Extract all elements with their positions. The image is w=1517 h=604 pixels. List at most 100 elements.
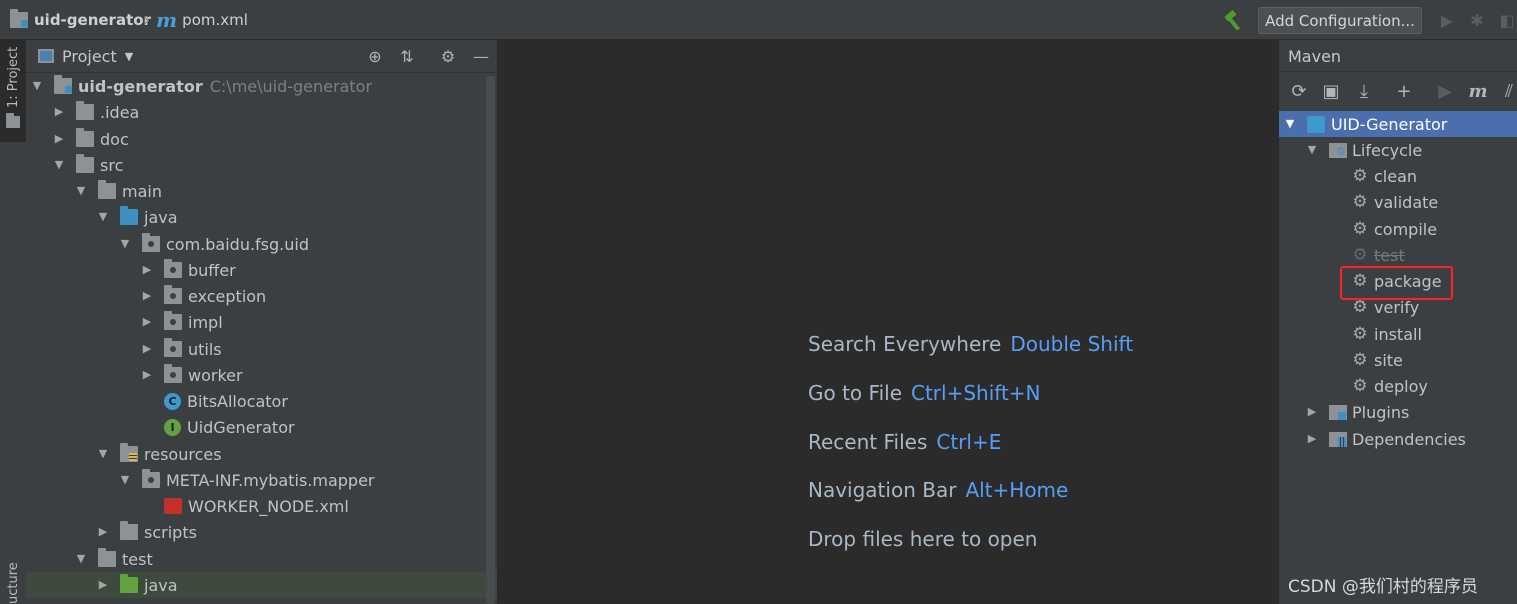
folder-icon [98,548,116,567]
expanded-arrow-icon: ▼ [54,158,64,171]
maven-tree-label: Plugins [1352,402,1410,422]
hint-navigation-bar: Navigation Bar Alt+Home [808,478,1069,502]
maven-goal-site[interactable]: ⚙ site [1279,347,1517,373]
tree-item-bitsallocator[interactable]: C BitsAllocator [26,388,497,414]
editor-empty-area[interactable]: Search Everywhere Double Shift Go to File… [498,40,1278,604]
maven-goal-test-skipped[interactable]: ⚙ test [1279,242,1517,268]
locate-crosshair-icon[interactable]: ⊕ [364,45,386,67]
resources-folder-icon [120,443,138,462]
tree-item-label: META-INF.mybatis.mapper [166,470,375,490]
tree-item-uid-generator[interactable]: ▼ uid-generator C:\me\uid-generator [26,73,490,99]
maven-tree-label: Lifecycle [1352,140,1423,160]
collapsed-arrow-icon: ▶ [142,342,152,355]
tree-item-label: doc [100,129,129,149]
tree-item-buffer[interactable]: ▶ buffer [26,257,497,283]
package-highlight-box [1340,266,1453,300]
reload-icon[interactable]: ⟳ [1287,79,1311,103]
gear-icon: ⚙ [1352,350,1368,370]
breadcrumb-separator-icon: › [143,9,151,31]
structure-tool-tab-label: ucture [6,562,21,604]
breadcrumb-file-label: pom.xml [182,11,248,29]
tree-item-scripts[interactable]: ▶ scripts [26,519,497,545]
tree-item-resources[interactable]: ▼ resources [26,441,497,467]
expanded-arrow-icon: ▼ [98,210,108,223]
maven-tree-label: UID-Generator [1331,114,1448,134]
tree-item-exception[interactable]: ▶ exception [26,283,497,309]
generate-sources-icon[interactable]: ▣ [1319,79,1343,103]
tree-item-label: worker [188,365,243,385]
project-view-selector[interactable]: Project ▼ [62,40,133,73]
tree-item-label: java [144,207,178,227]
breadcrumb-file[interactable]: m pom.xml [156,0,248,40]
tree-item-worker-node-xml[interactable]: WORKER_NODE.xml [26,493,497,519]
hide-panel-icon[interactable]: — [470,45,492,67]
build-hammer-icon[interactable] [1222,8,1246,32]
run-maven-build-icon[interactable]: ▶ [1433,79,1457,103]
maven-goal-deploy[interactable]: ⚙ deploy [1279,373,1517,399]
dependencies-folder-icon [1329,431,1347,447]
maven-tree-dependencies[interactable]: ▶ Dependencies [1279,426,1517,452]
tree-item-label: scripts [144,522,197,542]
tree-item-label: WORKER_NODE.xml [188,496,349,516]
project-panel-header: Project ▼ ⊕ ⇅ ⚙ — [26,40,497,73]
tree-item-test-java[interactable]: ▶ java [26,572,497,598]
execute-maven-goal-icon[interactable]: m [1466,79,1490,103]
breadcrumb-project[interactable]: uid-generator [10,0,151,40]
maven-goal-compile[interactable]: ⚙ compile [1279,216,1517,242]
tree-item-java[interactable]: ▼ java [26,204,497,230]
tree-item-package-uid[interactable]: ▼ com.baidu.fsg.uid [26,231,497,257]
tree-item-impl[interactable]: ▶ impl [26,309,497,335]
maven-goal-validate[interactable]: ⚙ validate [1279,189,1517,215]
maven-goal-clean[interactable]: ⚙ clean [1279,163,1517,189]
hint-search-everywhere: Search Everywhere Double Shift [808,332,1134,356]
toggle-offline-icon[interactable]: ⫽ [1497,79,1517,103]
tree-item-utils[interactable]: ▶ utils [26,336,497,362]
maven-tree-root[interactable]: ▼ UID-Generator [1279,111,1517,137]
folder-icon [76,128,94,147]
tree-item-doc[interactable]: ▶ doc [26,126,497,152]
structure-tool-tab[interactable]: ucture [0,562,26,604]
add-configuration-button[interactable]: Add Configuration... [1258,7,1422,34]
tree-item-main[interactable]: ▼ main [26,178,497,204]
hint-go-to-file: Go to File Ctrl+Shift+N [808,381,1041,405]
maven-panel-title: Maven [1288,46,1342,66]
maven-tree-plugins[interactable]: ▶ Plugins [1279,399,1517,425]
run-icon[interactable]: ▶ [1436,8,1458,32]
tree-item-test[interactable]: ▼ test [26,546,497,572]
project-tool-tab[interactable]: 1: Project [0,40,26,142]
watermark-text: CSDN @我们村的程序员 [1288,577,1478,597]
tree-item-label: BitsAllocator [187,391,288,411]
expanded-arrow-icon: ▼ [120,473,130,486]
project-path-label: C:\me\uid-generator [209,76,373,96]
tree-item-meta-inf[interactable]: ▼ META-INF.mybatis.mapper [26,467,497,493]
tree-item-uidgenerator[interactable]: I UidGenerator [26,414,497,440]
tree-item-idea[interactable]: ▶ .idea [26,99,497,125]
tree-item-worker[interactable]: ▶ worker [26,362,497,388]
plugins-folder-icon [1329,404,1347,420]
chevron-down-icon: ▼ [124,50,134,63]
gear-icon[interactable]: ⚙ [437,45,459,67]
package-icon [164,311,182,330]
debug-icon[interactable]: ✱ [1466,8,1488,32]
tree-item-label: com.baidu.fsg.uid [166,234,309,254]
collapse-all-icon[interactable]: ⇅ [396,45,418,67]
coverage-icon[interactable]: ◧ [1496,8,1517,32]
expanded-arrow-icon: ▼ [32,79,42,92]
maven-tree-lifecycle[interactable]: ▼ Lifecycle [1279,137,1517,163]
package-icon [164,259,182,278]
package-icon [164,285,182,304]
maven-toolbar: ⟳ ▣ ⤓ + ▶ m ⫽ [1279,72,1517,110]
folder-icon [98,180,116,199]
download-icon[interactable]: ⤓ [1352,79,1376,103]
mybatis-xml-icon [164,498,182,514]
add-icon[interactable]: + [1392,79,1416,103]
collapsed-arrow-icon: ▶ [142,289,152,302]
gear-icon: ⚙ [1352,245,1368,265]
hint-drop-files: Drop files here to open [808,527,1038,551]
maven-goal-install[interactable]: ⚙ install [1279,321,1517,347]
test-source-folder-icon [120,574,138,593]
collapsed-arrow-icon: ▶ [142,315,152,328]
navigation-bar: uid-generator › m pom.xml Add Configurat… [0,0,1517,40]
project-scrollbar[interactable] [486,76,495,604]
tree-item-src[interactable]: ▼ src [26,152,497,178]
